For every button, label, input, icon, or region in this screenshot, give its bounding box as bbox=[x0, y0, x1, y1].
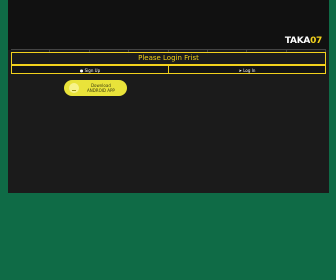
login-button[interactable]: ➤ Log In bbox=[169, 65, 326, 74]
top-bar: TAKA07 bbox=[8, 0, 329, 50]
app-panel: TAKA07 Please Login Frist ● Sign Up ➤ Lo… bbox=[8, 0, 329, 193]
download-text: Download ANDROID APP bbox=[87, 83, 115, 93]
brand-logo[interactable]: TAKA07 bbox=[285, 36, 322, 46]
login-notice: Please Login Frist bbox=[11, 52, 326, 65]
download-line2: ANDROID APP bbox=[87, 88, 115, 93]
logo-text: TAKA bbox=[284, 36, 311, 46]
download-icon bbox=[69, 83, 79, 93]
signup-button[interactable]: ● Sign Up bbox=[11, 65, 169, 74]
login-label: Log In bbox=[243, 68, 256, 73]
download-app-button[interactable]: Download ANDROID APP bbox=[64, 80, 127, 96]
login-icon: ➤ bbox=[238, 68, 242, 73]
signup-label: Sign Up bbox=[84, 68, 101, 73]
auth-row: ● Sign Up ➤ Log In bbox=[11, 65, 326, 74]
logo-number: 07 bbox=[310, 36, 322, 46]
user-plus-icon: ● bbox=[79, 68, 84, 73]
